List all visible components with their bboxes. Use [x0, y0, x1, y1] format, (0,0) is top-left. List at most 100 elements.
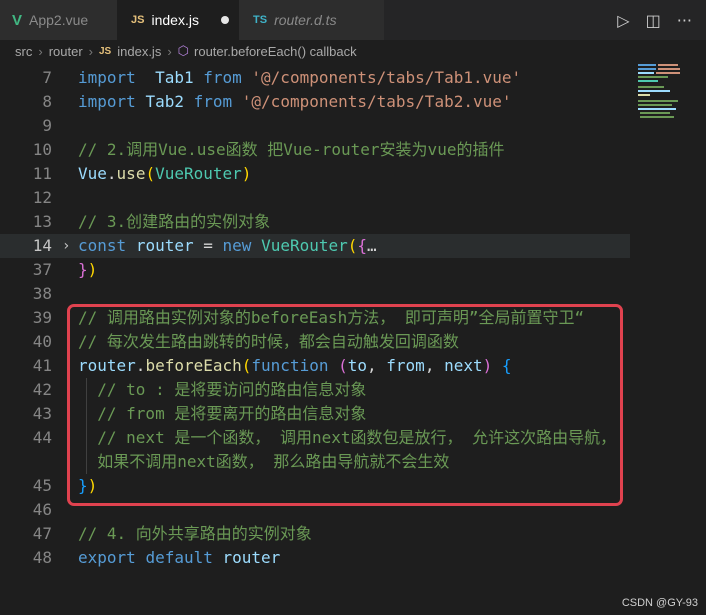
- code-text: 如果不调用next函数， 那么路由导航就不会生效: [78, 450, 449, 474]
- code-token: // next 是一个函数， 调用next函数包是放行， 允许这次路由导航，: [97, 428, 617, 447]
- unsaved-dot-icon[interactable]: [220, 16, 229, 24]
- line-number: 14: [32, 236, 52, 255]
- code-token: default: [145, 548, 213, 567]
- method-cube-icon: ⬡: [177, 43, 190, 58]
- code-line[interactable]: 9: [0, 114, 630, 138]
- code-token: router: [78, 356, 136, 375]
- breadcrumb-callback[interactable]: router.beforeEach() callback: [194, 44, 357, 59]
- code-token: '@/components/tabs/Tab1.vue': [251, 68, 522, 87]
- line-number: 38: [32, 284, 52, 303]
- more-actions-icon[interactable]: ···: [677, 11, 692, 30]
- code-token: ): [482, 356, 493, 375]
- vue-icon: V: [12, 11, 23, 29]
- run-icon[interactable]: ▷: [617, 11, 629, 30]
- code-token: // 3.创建路由的实例对象: [78, 212, 271, 231]
- breadcrumb-src[interactable]: src: [15, 44, 32, 59]
- code-line[interactable]: 47 // 4. 向外共享路由的实例对象: [0, 522, 630, 546]
- line-number: 39: [32, 308, 52, 327]
- line-number: 46: [32, 500, 52, 519]
- code-token: .: [135, 356, 146, 375]
- line-number: 9: [42, 116, 52, 135]
- code-token: Vue: [78, 164, 107, 183]
- code-line[interactable]: 39 // 调用路由实例对象的beforeEash方法， 即可声明”全局前置守卫“: [0, 306, 630, 330]
- code-token: new: [222, 236, 252, 255]
- code-line[interactable]: 43 // from 是将要离开的路由信息对象: [0, 402, 630, 426]
- code-line[interactable]: 7 import Tab1 from '@/components/tabs/Tab…: [0, 66, 630, 90]
- code-token: ): [241, 164, 252, 183]
- code-line[interactable]: 48 export default router: [0, 546, 630, 570]
- code-token: Tab1: [155, 68, 194, 87]
- line-number: 11: [32, 164, 52, 183]
- breadcrumb-index-js[interactable]: index.js: [117, 44, 161, 59]
- code-line[interactable]: 13 // 3.创建路由的实例对象: [0, 210, 630, 234]
- code-token: from: [193, 92, 233, 111]
- code-token: to: [347, 356, 368, 375]
- ts-icon: TS: [253, 14, 268, 26]
- code-line[interactable]: 如果不调用next函数， 那么路由导航就不会生效: [0, 450, 630, 474]
- code-line[interactable]: 41 router.beforeEach(function (to, from, …: [0, 354, 630, 378]
- breadcrumb-router[interactable]: router: [49, 44, 83, 59]
- minimap[interactable]: [632, 62, 692, 122]
- line-number: 45: [32, 476, 52, 495]
- code-line[interactable]: 12: [0, 186, 630, 210]
- code-line[interactable]: 37}): [0, 258, 630, 282]
- code-token: Tab2: [145, 92, 184, 111]
- code-text: import Tab2 from '@/components/tabs/Tab2…: [78, 90, 512, 114]
- code-line[interactable]: 46: [0, 498, 630, 522]
- tab-router-d-ts[interactable]: TS router.d.ts: [239, 0, 384, 40]
- code-text: // 3.创建路由的实例对象: [78, 210, 270, 234]
- watermark-text: CSDN @GY-93: [621, 597, 698, 609]
- code-token: {: [357, 236, 368, 255]
- code-text: // 4. 向外共享路由的实例对象: [78, 522, 312, 546]
- code-line[interactable]: 8 import Tab2 from '@/components/tabs/Tab…: [0, 90, 630, 114]
- code-line[interactable]: 45}): [0, 474, 630, 498]
- code-text: // 每次发生路由跳转的时候，都会自动触发回调函数: [78, 330, 459, 354]
- code-text: export default router: [78, 546, 280, 570]
- code-token: }: [78, 260, 88, 279]
- js-icon: JS: [131, 14, 145, 26]
- code-token: …: [367, 236, 377, 255]
- code-token: '@/components/tabs/Tab2.vue': [241, 92, 512, 111]
- code-line[interactable]: 10 // 2.调用Vue.use函数 把Vue-router安装为vue的插件: [0, 138, 630, 162]
- code-text: // to : 是将要访问的路由信息对象: [78, 378, 366, 402]
- code-token: import: [78, 68, 136, 87]
- fold-chevron-icon[interactable]: ›: [62, 234, 70, 258]
- code-line[interactable]: 44 // next 是一个函数， 调用next函数包是放行， 允许这次路由导航…: [0, 426, 630, 450]
- breadcrumb: src › router › JS index.js › ⬡ router.be…: [0, 40, 706, 62]
- code-text: // 调用路由实例对象的beforeEash方法， 即可声明”全局前置守卫“: [78, 306, 584, 330]
- code-text: import Tab1 from '@/components/tabs/Tab1…: [78, 66, 521, 90]
- line-number: 37: [32, 260, 52, 279]
- code-line[interactable]: 11 Vue.use(VueRouter): [0, 162, 630, 186]
- code-line[interactable]: 38: [0, 282, 630, 306]
- line-number: 47: [32, 524, 52, 543]
- code-line[interactable]: 40 // 每次发生路由跳转的时候，都会自动触发回调函数: [0, 330, 630, 354]
- code-editor[interactable]: 7 import Tab1 from '@/components/tabs/Tab…: [0, 62, 706, 615]
- tab-app2-vue[interactable]: V App2.vue: [0, 0, 117, 40]
- split-editor-icon[interactable]: ◫: [646, 11, 661, 30]
- code-text: // next 是一个函数， 调用next函数包是放行， 允许这次路由导航，: [78, 426, 616, 450]
- code-token: ,: [367, 356, 387, 375]
- code-token: {: [501, 356, 512, 375]
- line-number: 42: [32, 380, 52, 399]
- line-number: 10: [32, 140, 52, 159]
- code-line[interactable]: 42 // to : 是将要访问的路由信息对象: [0, 378, 630, 402]
- indent-guide: [86, 378, 87, 474]
- code-token: // 4. 向外共享路由的实例对象: [78, 524, 312, 543]
- code-line[interactable]: 14 › const router = new VueRouter({…: [0, 234, 630, 258]
- tab-index-js[interactable]: JS index.js: [117, 0, 239, 40]
- code-token: VueRouter: [261, 236, 348, 255]
- line-number: 7: [42, 68, 52, 87]
- code-text: const router = new VueRouter({…: [78, 234, 377, 258]
- code-token: // 每次发生路由跳转的时候，都会自动触发回调函数: [78, 332, 459, 351]
- line-number: 12: [32, 188, 52, 207]
- code-token: (: [145, 164, 156, 183]
